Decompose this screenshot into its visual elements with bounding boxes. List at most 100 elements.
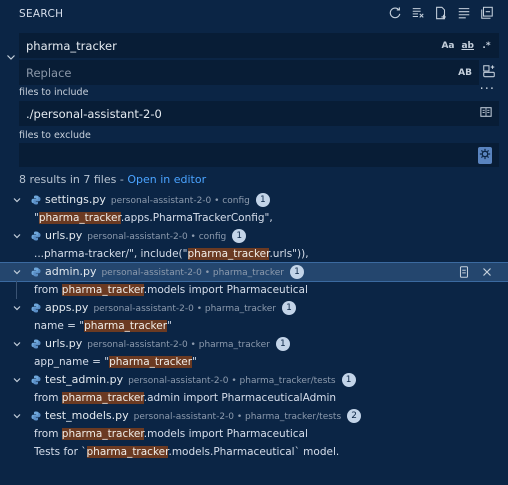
match-line[interactable]: app_name = "pharma_tracker" — [0, 353, 508, 371]
python-file-icon — [31, 303, 41, 313]
view-as-tree-icon[interactable] — [457, 6, 471, 20]
chevron-down-icon[interactable] — [12, 375, 22, 385]
match-prefix: from — [34, 392, 62, 404]
match-count-badge: 1 — [290, 265, 304, 279]
results-tree: settings.py personal-assistant-2-0 • conf… — [0, 191, 508, 461]
files-to-include-label: files to include — [19, 87, 89, 98]
chevron-down-icon[interactable] — [12, 267, 22, 277]
open-in-editor-link[interactable]: Open in editor — [127, 173, 206, 186]
exclude-field — [19, 143, 499, 167]
match-line[interactable]: ...pharma-tracker/", include("pharma_tra… — [0, 245, 508, 263]
match-highlight: pharma_tracker — [187, 248, 270, 260]
match-highlight: pharma_tracker — [61, 428, 144, 440]
match-count-badge: 1 — [281, 301, 296, 315]
new-search-editor-icon[interactable] — [434, 6, 448, 20]
match-suffix: .models import Pharmaceutical — [143, 284, 308, 296]
file-name: urls.py — [45, 337, 83, 350]
match-prefix: from — [34, 284, 62, 296]
match-suffix: .models import Pharmaceutical — [143, 428, 308, 440]
files-to-include-input[interactable] — [20, 102, 367, 125]
chevron-down-icon[interactable] — [12, 411, 22, 421]
file-result-row[interactable]: test_models.py personal-assistant-2-0 • p… — [0, 407, 508, 425]
search-input[interactable] — [20, 34, 367, 57]
python-file-icon — [31, 267, 41, 277]
refresh-icon[interactable] — [388, 6, 402, 20]
match-count-badge: 1 — [232, 229, 247, 243]
replace-input[interactable] — [20, 61, 353, 84]
python-file-icon — [31, 375, 41, 385]
match-suffix: " — [167, 320, 172, 332]
file-name: settings.py — [45, 193, 106, 206]
replace-field: AB — [19, 60, 479, 85]
chevron-down-icon[interactable] — [12, 303, 22, 313]
match-prefix: name = " — [34, 320, 85, 332]
replace-all-icon[interactable] — [482, 64, 496, 78]
toggle-replace-chevron-icon[interactable] — [5, 51, 17, 63]
match-prefix: Tests for ` — [34, 446, 87, 458]
file-result-row[interactable]: settings.py personal-assistant-2-0 • conf… — [0, 191, 508, 209]
file-path: personal-assistant-2-0 • pharma_tracker/… — [133, 412, 342, 422]
match-case-toggle[interactable]: Aa — [441, 41, 454, 51]
file-path: personal-assistant-2-0 • pharma_tracker — [87, 340, 270, 350]
match-suffix: .apps.PharmaTrackerConfig", — [120, 212, 273, 224]
file-name: apps.py — [45, 301, 89, 314]
file-name: test_models.py — [45, 409, 129, 422]
match-line[interactable]: from pharma_tracker.models import Pharma… — [0, 281, 508, 299]
file-result-row[interactable]: urls.py personal-assistant-2-0 • config 1 — [0, 227, 508, 245]
match-highlight: pharma_tracker — [86, 446, 169, 458]
chevron-down-icon[interactable] — [12, 339, 22, 349]
dismiss-close-icon[interactable] — [480, 265, 494, 279]
match-highlight: pharma_tracker — [61, 284, 144, 296]
python-file-icon — [31, 231, 41, 241]
match-whole-word-toggle[interactable]: ab — [461, 41, 474, 51]
use-exclude-settings-icon[interactable] — [478, 146, 492, 164]
file-name: urls.py — [45, 229, 83, 242]
match-line[interactable]: name = "pharma_tracker" — [0, 317, 508, 335]
files-to-exclude-label: files to exclude — [19, 130, 91, 141]
match-prefix: ...pharma-tracker/", include(" — [34, 248, 188, 260]
match-suffix: .admin import PharmaceuticalAdmin — [143, 392, 337, 404]
preserve-case-toggle[interactable]: AB — [458, 68, 472, 78]
match-line[interactable]: Tests for `pharma_tracker.models.Pharmac… — [0, 443, 508, 461]
replace-all-in-file-icon[interactable] — [457, 265, 471, 279]
file-path: personal-assistant-2-0 • pharma_tracker — [93, 304, 276, 314]
match-line[interactable]: from pharma_tracker.admin import Pharmac… — [0, 389, 508, 407]
file-result-row[interactable]: urls.py personal-assistant-2-0 • pharma_t… — [0, 335, 508, 353]
open-editors-only-icon[interactable] — [480, 106, 492, 121]
more-options-icon[interactable]: ··· — [480, 82, 495, 97]
search-header: SEARCH — [0, 0, 508, 28]
use-regex-toggle[interactable]: .* — [481, 41, 492, 51]
python-file-icon — [31, 411, 41, 421]
file-result-row[interactable]: test_admin.py personal-assistant-2-0 • ph… — [0, 371, 508, 389]
chevron-down-icon[interactable] — [12, 195, 22, 205]
files-to-exclude-input[interactable] — [20, 144, 367, 166]
match-suffix: " — [192, 356, 197, 368]
file-path: personal-assistant-2-0 • config — [110, 196, 250, 206]
clear-results-icon[interactable] — [411, 6, 425, 20]
indent-guide — [16, 281, 17, 299]
search-field: Aa ab .* — [19, 33, 499, 58]
python-file-icon — [31, 195, 41, 205]
match-count-badge: 1 — [341, 373, 356, 387]
match-prefix: from — [34, 428, 62, 440]
match-suffix: .models.Pharmaceutical` model. — [168, 446, 340, 458]
file-result-row[interactable]: apps.py personal-assistant-2-0 • pharma_t… — [0, 299, 508, 317]
file-result-row[interactable]: admin.py personal-assistant-2-0 • pharma_… — [0, 262, 508, 282]
match-highlight: pharma_tracker — [38, 212, 121, 224]
python-file-icon — [31, 339, 41, 349]
match-line[interactable]: from pharma_tracker.models import Pharma… — [0, 425, 508, 443]
match-count-badge: 1 — [275, 337, 290, 351]
file-name: admin.py — [45, 265, 97, 278]
match-prefix: app_name = " — [34, 356, 110, 368]
file-path: personal-assistant-2-0 • pharma_tracker — [101, 268, 284, 278]
match-highlight: pharma_tracker — [61, 392, 144, 404]
match-count-badge: 2 — [347, 409, 362, 423]
match-highlight: pharma_tracker — [109, 356, 193, 368]
match-highlight: pharma_tracker — [84, 320, 168, 332]
match-suffix: .urls")), — [269, 248, 309, 260]
match-line[interactable]: "pharma_tracker.apps.PharmaTrackerConfig… — [0, 209, 508, 227]
collapse-all-icon[interactable] — [480, 6, 494, 20]
chevron-down-icon[interactable] — [12, 231, 22, 241]
results-count-text: 8 results in 7 files - — [19, 173, 128, 186]
file-path: personal-assistant-2-0 • pharma_tracker/… — [128, 376, 336, 386]
